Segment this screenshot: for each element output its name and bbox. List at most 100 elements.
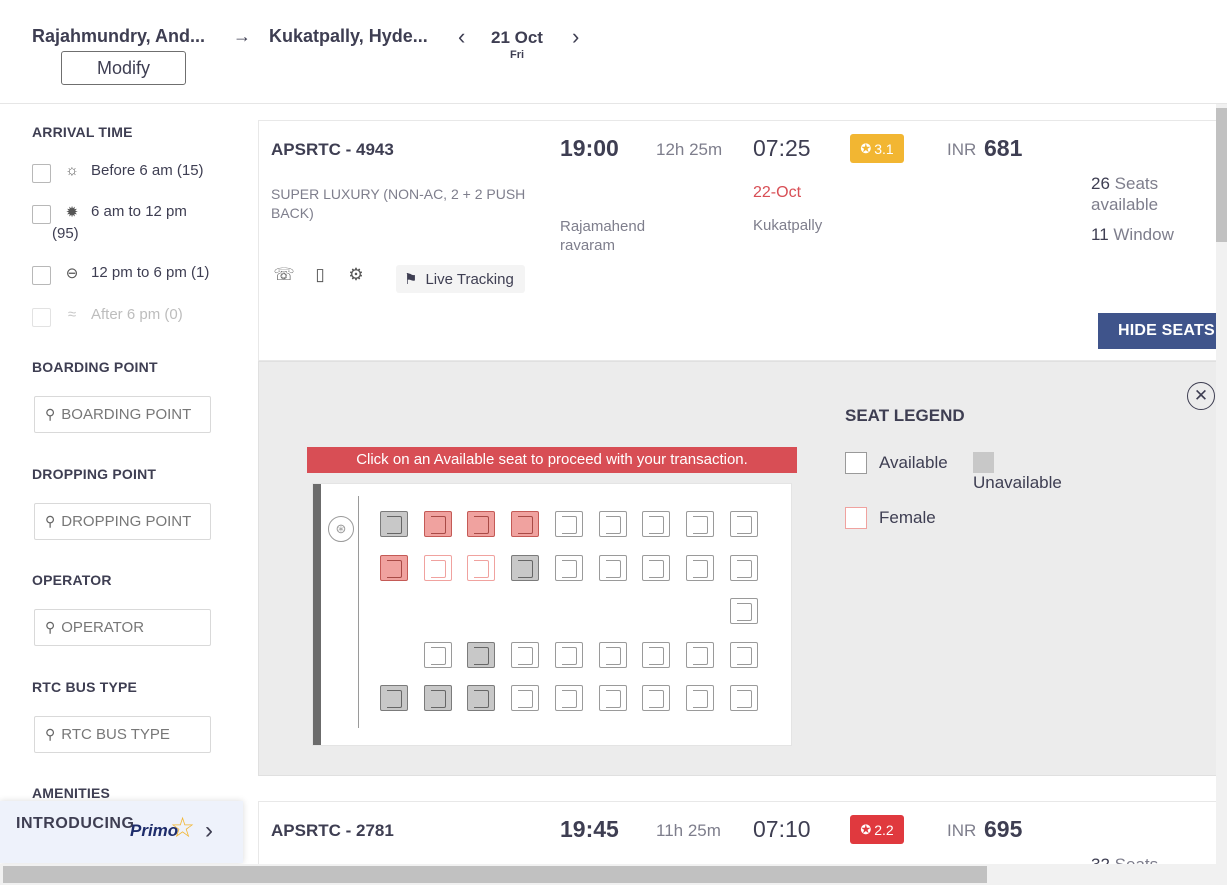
seat-booked-female <box>511 511 540 537</box>
modify-button[interactable]: Modify <box>61 51 186 85</box>
duration: 12h 25m <box>656 140 723 159</box>
bus-type-search[interactable]: ⚲ <box>34 716 211 753</box>
option-count: (95) <box>52 225 79 242</box>
sos-icon[interactable]: ☏ <box>271 265 297 285</box>
seat-unavailable <box>467 685 496 712</box>
prev-date-icon[interactable]: ‹ <box>458 24 465 50</box>
seat-available[interactable] <box>598 641 627 668</box>
primo-banner[interactable]: INTRODUCING Primo ☆ › <box>0 801 243 863</box>
seat-available-female[interactable] <box>423 554 452 581</box>
search-icon: ⚲ <box>45 726 56 742</box>
seat-available[interactable] <box>729 641 758 668</box>
mobile-ticket-icon[interactable]: ▯ <box>307 265 333 285</box>
window-label: Window <box>1113 225 1174 244</box>
seat-booked-female <box>423 511 452 537</box>
seat-available[interactable] <box>729 685 758 712</box>
arrival-option-12pm-6pm[interactable]: ⊖ 12 pm to 6 pm (1) <box>32 264 209 285</box>
sun-icon: ✹ <box>65 204 79 221</box>
seat-available[interactable] <box>642 641 671 668</box>
seat-available[interactable] <box>554 511 583 537</box>
duration: 11h 25m <box>656 821 721 840</box>
next-date-icon[interactable]: › <box>572 24 579 50</box>
live-tracking-label: Live Tracking <box>425 270 514 288</box>
bus-type-input[interactable] <box>61 726 202 743</box>
arrival-date: 22-Oct <box>753 184 802 201</box>
date-label: 21 Oct <box>491 28 543 47</box>
seat-available[interactable] <box>729 598 758 625</box>
chevron-right-icon[interactable]: › <box>205 817 213 845</box>
fare: 695 <box>984 816 1023 842</box>
boarding-point: Rajamahendravaram <box>560 218 646 254</box>
rating-badge[interactable]: ✪ 2.2 <box>850 815 904 844</box>
seat-available[interactable] <box>423 641 452 668</box>
dropping-point-search[interactable]: ⚲ <box>34 503 211 540</box>
seat-booked-female <box>467 511 496 537</box>
seat-available[interactable] <box>554 554 583 581</box>
seat-count: 26 <box>1091 174 1110 193</box>
cctv-icon[interactable]: ⚙ <box>343 265 369 285</box>
operator-search[interactable]: ⚲ <box>34 609 211 646</box>
checkbox[interactable] <box>32 266 51 285</box>
window-count: 11 <box>1091 225 1109 244</box>
seat-instruction-banner: Click on an Available seat to proceed wi… <box>307 447 797 473</box>
seat-available[interactable] <box>642 685 671 712</box>
checkbox[interactable] <box>32 164 51 183</box>
arrival-time: 07:10 <box>753 816 811 842</box>
rating-value: 3.1 <box>874 140 894 157</box>
seat-layout-panel: ✕ SEAT LEGEND Available Unavailable Fema… <box>258 361 1227 776</box>
seat-available[interactable] <box>642 511 671 537</box>
bus-type: SUPER LUXURY (NON-AC, 2 + 2 PUSH BACK) <box>271 186 526 221</box>
sunrise-icon: ☼ <box>65 162 79 179</box>
seat-available[interactable] <box>511 641 540 668</box>
seat-available[interactable] <box>598 554 627 581</box>
legend-unavailable: Unavailable <box>973 452 1062 493</box>
seat-available[interactable] <box>598 685 627 712</box>
seat-available[interactable] <box>685 685 714 712</box>
primo-intro-text: INTRODUCING <box>16 815 135 832</box>
seat-available[interactable] <box>554 641 583 668</box>
rating-badge[interactable]: ✪ 3.1 <box>850 134 904 163</box>
arrival-option-6am-12pm[interactable]: ✹ 6 am to 12 pm <box>32 203 187 224</box>
bus-card[interactable]: APSRTC - 4943 SUPER LUXURY (NON-AC, 2 + … <box>258 120 1227 361</box>
seat-unavailable <box>511 554 540 581</box>
seat-available[interactable] <box>729 511 758 537</box>
rating-star-icon: ✪ <box>860 821 872 837</box>
live-tracking-badge[interactable]: ⚑ Live Tracking <box>396 265 525 293</box>
hide-seats-button[interactable]: HIDE SEATS <box>1098 313 1227 349</box>
search-summary-bar: Rajahmundry, And... → Kukatpally, Hyde..… <box>0 0 1227 104</box>
operator-input[interactable] <box>61 619 202 636</box>
checkbox[interactable] <box>32 205 51 224</box>
vertical-scroll-thumb[interactable] <box>1216 108 1227 242</box>
operator-name: APSRTC - 4943 <box>271 140 394 159</box>
destination-city: Kukatpally, Hyde... <box>269 26 428 46</box>
boarding-point-search[interactable]: ⚲ <box>34 396 211 433</box>
boarding-point-input[interactable] <box>61 406 202 423</box>
source-city: Rajahmundry, And... <box>32 26 206 46</box>
seat-available[interactable] <box>554 685 583 712</box>
dropping-point-input[interactable] <box>61 513 202 530</box>
arrival-time-heading: ARRIVAL TIME <box>32 124 133 140</box>
primo-star-icon: ☆ <box>170 812 196 843</box>
seat-unavailable <box>380 511 408 537</box>
search-icon: ⚲ <box>45 619 56 635</box>
operator-name: APSRTC - 2781 <box>271 821 394 840</box>
seat-available[interactable] <box>729 554 758 581</box>
seat-unavailable <box>467 641 496 668</box>
seat-available[interactable] <box>598 511 627 537</box>
option-label: 12 pm to 6 pm (1) <box>91 264 210 281</box>
close-icon[interactable]: ✕ <box>1187 382 1215 410</box>
seat-available[interactable] <box>642 554 671 581</box>
horizontal-scroll-thumb[interactable] <box>3 866 987 883</box>
arrival-time: 07:25 <box>753 135 811 161</box>
arrival-option-before-6am[interactable]: ☼ Before 6 am (15) <box>32 162 204 183</box>
seat-available[interactable] <box>685 554 714 581</box>
available-swatch <box>845 452 867 474</box>
rating-value: 2.2 <box>874 821 894 838</box>
option-label: After 6 pm (0) <box>91 306 183 323</box>
seat-available[interactable] <box>511 685 540 712</box>
lower-deck: ⊛ <box>312 483 792 746</box>
seat-available[interactable] <box>685 641 714 668</box>
seat-available-female[interactable] <box>467 554 496 581</box>
departure-time: 19:45 <box>560 816 619 842</box>
seat-available[interactable] <box>685 511 714 537</box>
